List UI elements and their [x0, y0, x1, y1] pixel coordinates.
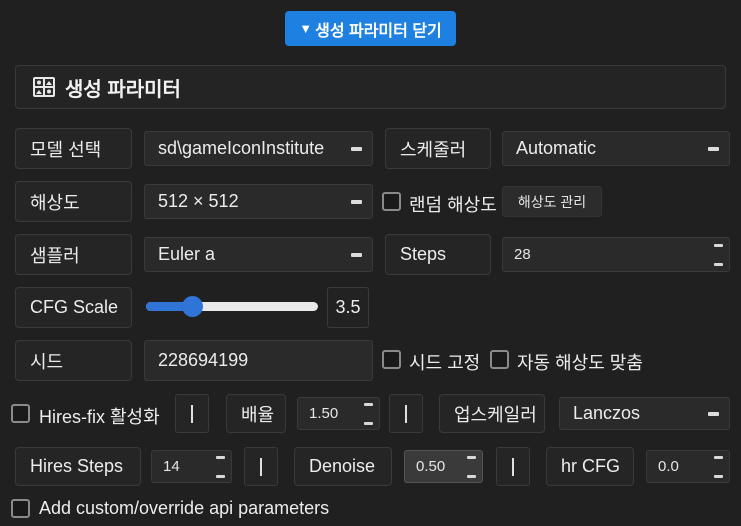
- sampler-select[interactable]: Euler a: [144, 237, 373, 272]
- stepper-icon[interactable]: [467, 455, 476, 478]
- sampler-value: Euler a: [158, 244, 216, 264]
- custom-params-label: Add custom/override api parameters: [39, 498, 330, 518]
- upscaler-label: 업스케일러: [439, 394, 545, 433]
- model-select[interactable]: sd\gameIconInstitute: [144, 131, 373, 166]
- stepper-icon[interactable]: [714, 455, 723, 478]
- close-params-label: 생성 파라미터 닫기: [315, 22, 442, 40]
- scale-value: 1.50: [309, 405, 339, 422]
- stepper-icon[interactable]: [216, 455, 225, 478]
- custom-params-checkbox[interactable]: [11, 499, 30, 518]
- params-title: 생성 파라미터: [65, 78, 181, 101]
- cfg-scale-label: CFG Scale: [15, 287, 132, 328]
- denoise-value: 0.50: [416, 458, 446, 475]
- resolution-label: 해상도: [15, 181, 132, 222]
- triangle-down-icon: ▼: [299, 21, 313, 36]
- manage-resolution-button[interactable]: 해상도 관리: [502, 186, 602, 217]
- scale-input[interactable]: 1.50: [297, 397, 380, 430]
- params-header: 생성 파라미터: [15, 65, 726, 109]
- steps-input[interactable]: 28: [502, 237, 730, 272]
- denoise-label: Denoise: [294, 447, 392, 486]
- steps-value: 28: [514, 246, 531, 263]
- upscaler-value: Lanczos: [573, 403, 641, 423]
- hr-cfg-value: 0.0: [658, 458, 679, 475]
- model-value: sd\gameIconInstitute: [158, 138, 325, 158]
- dropdown-icon: [351, 252, 362, 257]
- seed-fixed-label: 시드 고정: [409, 353, 481, 373]
- scheduler-value: Automatic: [516, 138, 597, 158]
- cfg-slider-thumb[interactable]: [182, 296, 204, 317]
- hr-cfg-label: hr CFG: [546, 447, 634, 486]
- cfg-value[interactable]: 3.5: [327, 287, 369, 328]
- separator: [389, 394, 423, 433]
- model-label: 모델 선택: [15, 128, 132, 169]
- stepper-icon[interactable]: [714, 243, 723, 266]
- separator: [496, 447, 530, 486]
- separator: [175, 394, 209, 433]
- auto-resolution-checkbox[interactable]: [490, 350, 509, 369]
- scale-label: 배율: [226, 394, 286, 433]
- auto-resolution-label: 자동 해상도 맞춤: [517, 353, 643, 373]
- hires-steps-input[interactable]: 14: [151, 450, 232, 483]
- resolution-select[interactable]: 512 × 512: [144, 184, 373, 219]
- steps-label: Steps: [385, 234, 491, 275]
- seed-value: 228694199: [158, 350, 249, 370]
- dropdown-icon: [708, 146, 719, 151]
- upscaler-select[interactable]: Lanczos: [559, 397, 730, 430]
- hires-fix-label: Hires-fix 활성화: [39, 407, 160, 427]
- denoise-input[interactable]: 0.50: [404, 450, 483, 483]
- scheduler-select[interactable]: Automatic: [502, 131, 730, 166]
- hires-steps-value: 14: [163, 458, 180, 475]
- sampler-label: 샘플러: [15, 234, 132, 275]
- seed-fixed-checkbox[interactable]: [382, 350, 401, 369]
- stepper-icon[interactable]: [364, 402, 373, 425]
- dropdown-icon: [351, 146, 362, 151]
- hires-steps-label: Hires Steps: [15, 447, 141, 486]
- scheduler-label: 스케줄러: [385, 128, 491, 169]
- dropdown-icon: [351, 199, 362, 204]
- seed-input[interactable]: 228694199: [144, 340, 373, 381]
- mosaic-logo-icon: [33, 77, 55, 97]
- dropdown-icon: [708, 411, 719, 416]
- hires-fix-checkbox[interactable]: [11, 404, 30, 423]
- seed-label: 시드: [15, 340, 132, 381]
- separator: [244, 447, 278, 486]
- resolution-value: 512 × 512: [158, 191, 239, 211]
- random-resolution-label: 랜덤 해상도: [409, 195, 497, 215]
- hr-cfg-input[interactable]: 0.0: [646, 450, 730, 483]
- close-params-button[interactable]: ▼ 생성 파라미터 닫기: [285, 11, 456, 46]
- random-resolution-checkbox[interactable]: [382, 192, 401, 211]
